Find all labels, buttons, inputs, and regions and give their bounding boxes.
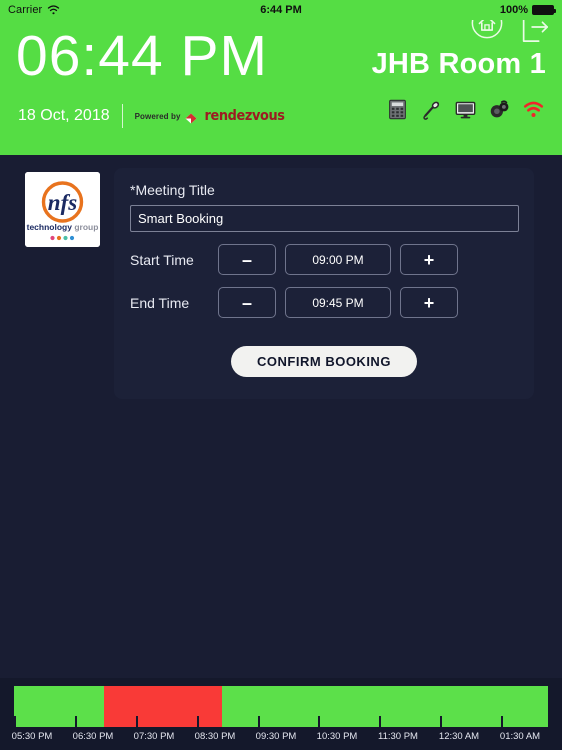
end-time-decrement-button[interactable]: – bbox=[218, 287, 276, 318]
date-and-branding: 18 Oct, 2018 Powered by rendezvous bbox=[18, 104, 288, 128]
confirm-booking-row: CONFIRM BOOKING bbox=[130, 346, 518, 377]
timeline-tick bbox=[257, 716, 260, 727]
microphone-icon bbox=[421, 99, 442, 120]
room-name-title: JHB Room 1 bbox=[371, 48, 546, 80]
start-time-label: Start Time bbox=[130, 251, 194, 268]
battery-full-icon bbox=[532, 5, 556, 15]
timeline-time-label: 12:30 AM bbox=[438, 731, 480, 742]
start-time-row: Start Time – 09:00 PM + bbox=[130, 244, 518, 275]
timeline-tick bbox=[14, 716, 16, 727]
timeline-time-label: 09:30 PM bbox=[255, 731, 297, 742]
monitor-icon bbox=[455, 99, 476, 120]
timeline-time-label: 05:30 PM bbox=[11, 731, 53, 742]
timeline-tick bbox=[501, 716, 503, 727]
timeline-time-label: 11:30 PM bbox=[378, 731, 418, 742]
timeline-time-label: 08:30 PM bbox=[194, 731, 236, 742]
timeline-ticks bbox=[14, 716, 548, 727]
timeline-tick bbox=[440, 716, 443, 727]
clock-display: 06:44 PM bbox=[16, 24, 268, 88]
end-time-label: End Time bbox=[130, 294, 190, 311]
status-bar-time: 6:44 PM bbox=[260, 4, 302, 16]
timeline-tick bbox=[74, 716, 77, 727]
wifi-icon bbox=[47, 5, 60, 15]
ios-status-bar: Carrier 6:44 PM 100% bbox=[0, 0, 562, 20]
timeline-tick bbox=[379, 716, 382, 727]
availability-timeline: 05:30 PM 06:30 PM 07:30 PM 08:30 PM 09:30 PM… bbox=[0, 678, 562, 750]
booking-panel: *Meeting Title Start Time – 09:00 PM + E… bbox=[114, 168, 534, 399]
timeline-labels: 05:30 PM 06:30 PM 07:30 PM 08:30 PM 09:30 PM… bbox=[0, 731, 562, 747]
timeline-tick bbox=[135, 716, 138, 727]
divider bbox=[121, 104, 123, 128]
powered-by-label: Powered by bbox=[134, 111, 181, 121]
timeline-time-label: 07:30 PM bbox=[133, 731, 175, 742]
meeting-title-input[interactable] bbox=[130, 205, 519, 232]
svg-text:technology group: technology group bbox=[27, 222, 99, 232]
battery-percent-label: 100% bbox=[499, 4, 528, 16]
start-time-increment-button[interactable]: + bbox=[400, 244, 458, 275]
carrier-label: Carrier bbox=[8, 4, 43, 16]
start-time-decrement-button[interactable]: – bbox=[218, 244, 276, 275]
app-header: 06:44 PM 18 Oct, 2018 Powered by rendezv… bbox=[0, 0, 562, 155]
end-time-value[interactable]: 09:45 PM bbox=[285, 287, 391, 318]
nfs-technology-group-logo: nfs technology group bbox=[25, 172, 100, 247]
status-bar-left: Carrier bbox=[8, 4, 60, 16]
wifi-icon bbox=[523, 99, 544, 120]
date-display: 18 Oct, 2018 bbox=[18, 107, 110, 124]
timeline-time-label: 01:30 AM bbox=[499, 731, 541, 742]
svg-text:nfs: nfs bbox=[48, 190, 77, 215]
keypad-icon bbox=[387, 99, 408, 120]
camera-icon bbox=[489, 99, 510, 120]
meeting-title-label: *Meeting Title bbox=[130, 182, 215, 198]
room-amenities-list bbox=[387, 99, 544, 120]
timeline-time-label: 06:30 PM bbox=[72, 731, 114, 742]
start-time-value[interactable]: 09:00 PM bbox=[285, 244, 391, 275]
timeline-time-label: 10:30 PM bbox=[316, 731, 358, 742]
timeline-tick bbox=[196, 716, 199, 727]
rendezvous-logo-icon bbox=[185, 111, 197, 123]
confirm-booking-button[interactable]: CONFIRM BOOKING bbox=[231, 346, 417, 377]
end-time-row: End Time – 09:45 PM + bbox=[130, 287, 518, 318]
status-bar-right: 100% bbox=[499, 4, 556, 16]
timeline-tick bbox=[318, 716, 321, 727]
end-time-increment-button[interactable]: + bbox=[400, 287, 458, 318]
powered-by-rendezvous: Powered by rendezvous bbox=[135, 108, 288, 124]
rendezvous-wordmark: rendezvous bbox=[204, 108, 285, 124]
